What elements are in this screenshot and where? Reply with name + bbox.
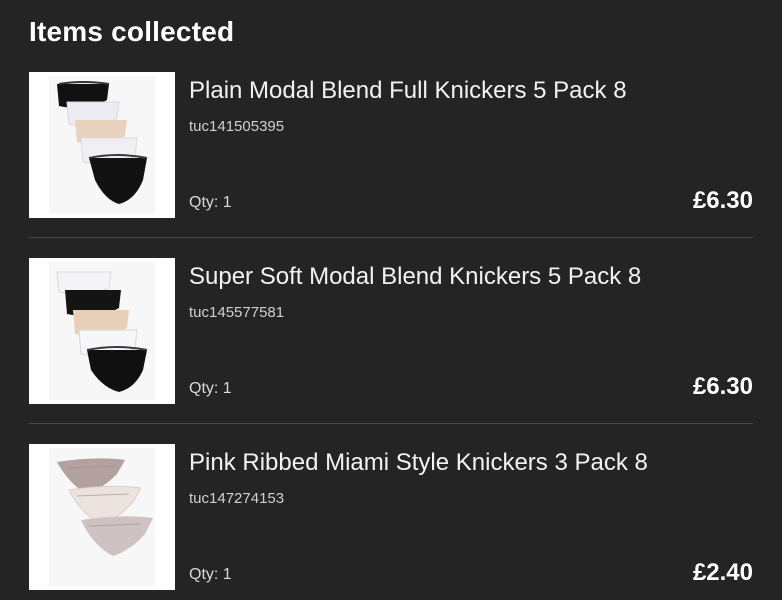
product-quantity: Qty: 1 <box>189 566 232 583</box>
product-name[interactable]: Plain Modal Blend Full Knickers 5 Pack 8 <box>189 75 627 107</box>
divider <box>29 423 753 424</box>
list-item[interactable]: Super Soft Modal Blend Knickers 5 Pack 8… <box>29 258 753 404</box>
divider <box>29 237 753 238</box>
product-image[interactable] <box>29 72 175 218</box>
product-quantity: Qty: 1 <box>189 380 232 397</box>
product-sku: tuc147274153 <box>189 490 285 507</box>
product-quantity: Qty: 1 <box>189 194 232 211</box>
ribbed-knickers-3-pack-image <box>49 448 155 586</box>
product-image[interactable] <box>29 258 175 404</box>
product-sku: tuc145577581 <box>189 304 285 321</box>
product-price: £2.40 <box>692 559 753 586</box>
product-sku: tuc141505395 <box>189 118 285 135</box>
knickers-5-pack-image <box>49 262 155 400</box>
product-name[interactable]: Pink Ribbed Miami Style Knickers 3 Pack … <box>189 447 648 479</box>
section-title: Items collected <box>29 16 235 47</box>
list-item[interactable]: Pink Ribbed Miami Style Knickers 3 Pack … <box>29 444 753 590</box>
collected-items-list: Plain Modal Blend Full Knickers 5 Pack 8… <box>29 72 753 590</box>
list-item[interactable]: Plain Modal Blend Full Knickers 5 Pack 8… <box>29 72 753 218</box>
knickers-5-pack-image <box>49 76 155 214</box>
product-price: £6.30 <box>692 187 753 214</box>
product-image[interactable] <box>29 444 175 590</box>
product-name[interactable]: Super Soft Modal Blend Knickers 5 Pack 8 <box>189 261 641 293</box>
product-price: £6.30 <box>692 373 753 400</box>
